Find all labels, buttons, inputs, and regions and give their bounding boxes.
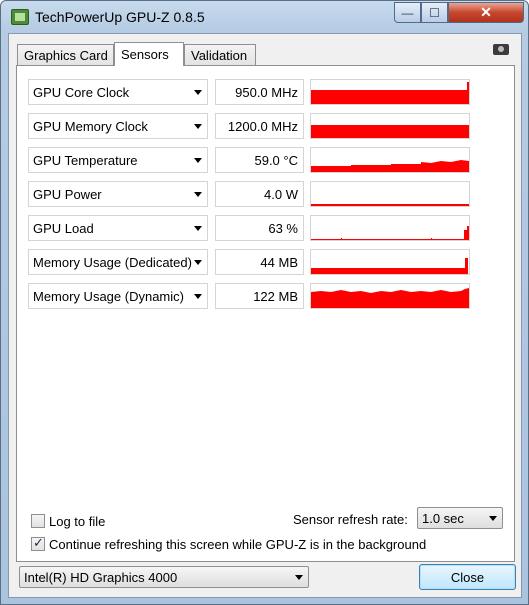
sensor-select[interactable]: GPU Memory Clock xyxy=(28,113,208,139)
sensor-row-memory-dedicated: Memory Usage (Dedicated) 44 MB xyxy=(28,249,488,275)
sensor-row-gpu-memory-clock: GPU Memory Clock 1200.0 MHz xyxy=(28,113,488,139)
graph-core-clock xyxy=(311,82,469,104)
chevron-down-icon xyxy=(194,124,202,129)
graph-load xyxy=(311,226,469,240)
sensor-value-text: 122 MB xyxy=(253,289,298,304)
refresh-rate-label: Sensor refresh rate: xyxy=(293,512,408,527)
gpu-z-window: TechPowerUp GPU-Z 0.8.5 — ☐ ✕ Graphics C… xyxy=(0,0,529,605)
sensor-name: GPU Core Clock xyxy=(33,85,130,100)
sensor-select[interactable]: GPU Temperature xyxy=(28,147,208,173)
log-to-file-checkbox[interactable] xyxy=(31,514,45,528)
sensor-value-text: 59.0 °C xyxy=(254,153,298,168)
graph-memory-dedicated xyxy=(311,258,468,274)
sensor-name: GPU Power xyxy=(33,187,102,202)
sensor-value-text: 63 % xyxy=(268,221,298,236)
sensor-name: Memory Usage (Dynamic) xyxy=(33,289,184,304)
sensor-value-text: 1200.0 MHz xyxy=(227,119,298,134)
title-bar[interactable]: TechPowerUp GPU-Z 0.8.5 — ☐ ✕ xyxy=(1,1,528,33)
sensor-value: 4.0 W xyxy=(215,181,304,207)
gpu-select[interactable]: Intel(R) HD Graphics 4000 xyxy=(19,566,309,588)
sensor-name: GPU Memory Clock xyxy=(33,119,148,134)
tab-validation[interactable]: Validation xyxy=(184,44,256,65)
sensor-value: 59.0 °C xyxy=(215,147,304,173)
sensor-value: 1200.0 MHz xyxy=(215,113,304,139)
chevron-down-icon xyxy=(194,260,202,265)
sensor-select[interactable]: Memory Usage (Dedicated) xyxy=(28,249,208,275)
sensor-value-text: 4.0 W xyxy=(264,187,298,202)
sensor-name: Memory Usage (Dedicated) xyxy=(33,255,192,270)
sensor-graph xyxy=(310,283,470,309)
sensor-graph xyxy=(310,181,470,207)
sensor-row-memory-dynamic: Memory Usage (Dynamic) 122 MB xyxy=(28,283,488,309)
sensor-name: GPU Temperature xyxy=(33,153,138,168)
sensor-value: 44 MB xyxy=(215,249,304,275)
graph-memory-clock xyxy=(311,125,469,138)
gpu-z-app-icon xyxy=(11,9,29,25)
sensor-value-text: 950.0 MHz xyxy=(235,85,298,100)
camera-icon[interactable] xyxy=(493,44,509,55)
sensor-graph xyxy=(310,79,470,105)
sensor-row-gpu-power: GPU Power 4.0 W xyxy=(28,181,488,207)
log-to-file-label: Log to file xyxy=(49,514,106,529)
graph-power xyxy=(311,204,469,206)
sensor-graph xyxy=(310,249,470,275)
sensor-graph xyxy=(310,147,470,173)
chevron-down-icon xyxy=(194,90,202,95)
graph-memory-dynamic xyxy=(311,288,469,308)
window-title: TechPowerUp GPU-Z 0.8.5 xyxy=(35,9,205,25)
checkmark-icon: ✓ xyxy=(33,535,44,550)
graph-temperature xyxy=(311,160,469,172)
sensor-value: 63 % xyxy=(215,215,304,241)
sensor-value: 950.0 MHz xyxy=(215,79,304,105)
chevron-down-icon xyxy=(295,575,303,580)
sensor-graph xyxy=(310,113,470,139)
gpu-select-value: Intel(R) HD Graphics 4000 xyxy=(24,570,178,585)
sensor-select[interactable]: Memory Usage (Dynamic) xyxy=(28,283,208,309)
sensor-graph xyxy=(310,215,470,241)
chevron-down-icon xyxy=(194,294,202,299)
sensors-panel: GPU Core Clock 950.0 MHz GPU Memory Cloc… xyxy=(16,65,515,562)
close-button[interactable]: Close xyxy=(419,564,516,590)
refresh-background-checkbox[interactable]: ✓ xyxy=(31,535,45,551)
refresh-rate-value: 1.0 sec xyxy=(422,511,464,526)
sensor-value-text: 44 MB xyxy=(260,255,298,270)
chevron-down-icon xyxy=(194,226,202,231)
close-window-button[interactable]: ✕ xyxy=(448,2,524,23)
sensor-row-gpu-load: GPU Load 63 % xyxy=(28,215,488,241)
sensor-select[interactable]: GPU Load xyxy=(28,215,208,241)
chevron-down-icon xyxy=(194,158,202,163)
minimize-button[interactable]: — xyxy=(394,2,421,23)
chevron-down-icon xyxy=(489,516,497,521)
tab-graphics-card[interactable]: Graphics Card xyxy=(17,44,114,65)
sensor-select[interactable]: GPU Power xyxy=(28,181,208,207)
refresh-rate-select[interactable]: 1.0 sec xyxy=(417,507,503,529)
refresh-background-label: Continue refreshing this screen while GP… xyxy=(49,537,427,552)
maximize-button[interactable]: ☐ xyxy=(421,2,448,23)
sensor-name: GPU Load xyxy=(33,221,94,236)
sensor-select[interactable]: GPU Core Clock xyxy=(28,79,208,105)
chevron-down-icon xyxy=(194,192,202,197)
sensor-row-gpu-temperature: GPU Temperature 59.0 °C xyxy=(28,147,488,173)
sensor-row-gpu-core-clock: GPU Core Clock 950.0 MHz xyxy=(28,79,488,105)
tab-sensors[interactable]: Sensors xyxy=(114,42,184,66)
client-area: Graphics Card Sensors Validation GPU Cor… xyxy=(8,33,522,598)
sensor-value: 122 MB xyxy=(215,283,304,309)
